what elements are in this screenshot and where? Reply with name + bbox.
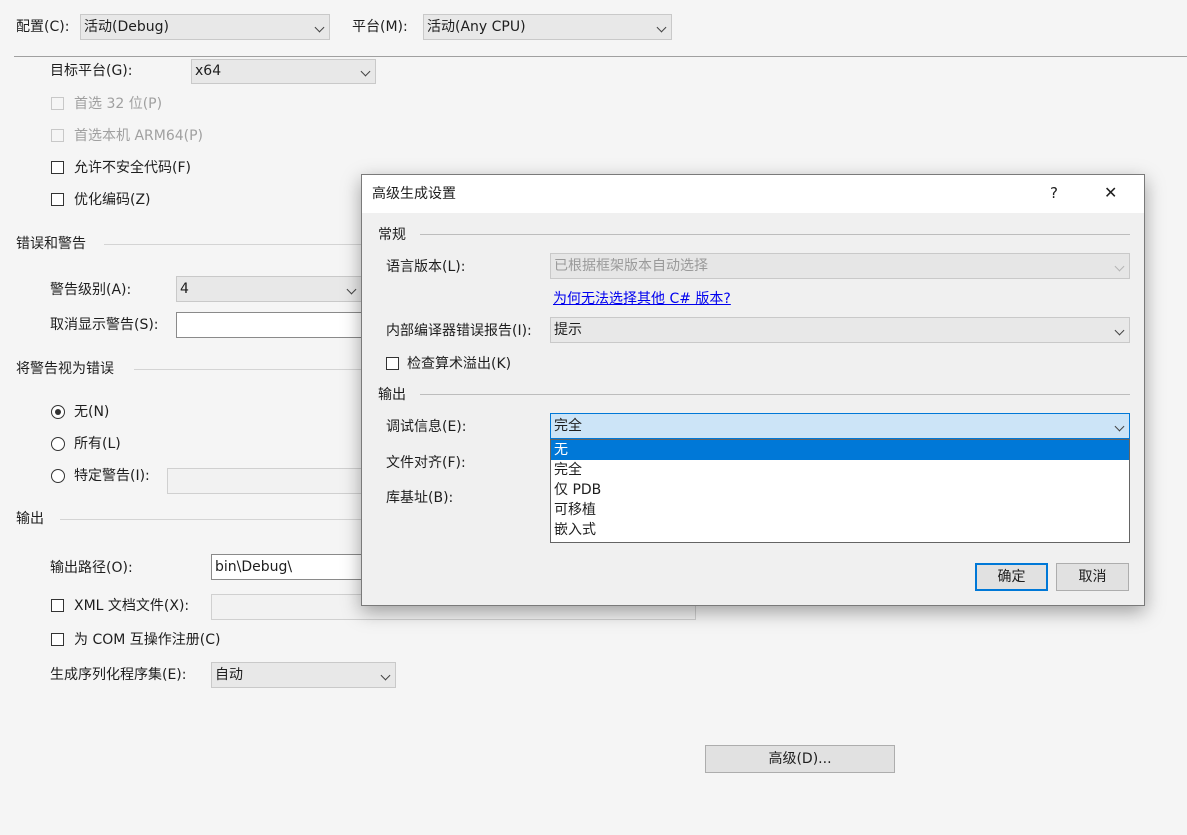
config-select[interactable]: 活动(Debug) <box>80 14 330 40</box>
prefer32-checkbox[interactable] <box>51 97 64 110</box>
errors-divider <box>104 244 364 245</box>
chevron-down-icon <box>1114 421 1125 432</box>
output-section-title-dialog: 输出 <box>378 387 406 403</box>
specific-warnings-input[interactable] <box>167 468 367 494</box>
base-address-label: 库基址(B): <box>386 490 454 506</box>
debug-info-label: 调试信息(E): <box>386 419 467 435</box>
serialization-value: 自动 <box>215 667 243 683</box>
chevron-down-icon <box>346 284 357 295</box>
unsafe-label: 允许不安全代码(F) <box>74 160 191 176</box>
top-divider <box>14 56 1187 57</box>
suppress-label: 取消显示警告(S): <box>50 317 159 333</box>
debug-info-dropdown-list: 无 完全 仅 PDB 可移植 嵌入式 <box>550 439 1130 543</box>
why-version-link[interactable]: 为何无法选择其他 C# 版本? <box>553 290 731 308</box>
overflow-checkbox[interactable] <box>386 357 399 370</box>
treat-all-radio[interactable] <box>51 437 65 451</box>
platform-value: 活动(Any CPU) <box>427 19 526 35</box>
advanced-button[interactable]: 高级(D)... <box>705 745 895 773</box>
chevron-down-icon <box>656 22 667 33</box>
serialization-label: 生成序列化程序集(E): <box>50 667 187 683</box>
dropdown-option-none[interactable]: 无 <box>551 440 1129 460</box>
platform-select[interactable]: 活动(Any CPU) <box>423 14 672 40</box>
prefer-arm64-label: 首选本机 ARM64(P) <box>74 128 204 144</box>
target-platform-label: 目标平台(G): <box>50 63 133 79</box>
warning-level-value: 4 <box>180 281 189 297</box>
target-platform-select[interactable]: x64 <box>191 59 376 84</box>
chevron-down-icon <box>360 66 371 77</box>
com-register-label: 为 COM 互操作注册(C) <box>74 632 221 648</box>
ice-report-label: 内部编译器错误报告(I): <box>386 323 532 339</box>
suppress-input[interactable] <box>176 312 366 338</box>
general-divider <box>420 234 1130 235</box>
output-path-label: 输出路径(O): <box>50 560 133 576</box>
platform-label: 平台(M): <box>352 19 408 35</box>
output-divider-dialog <box>420 394 1130 395</box>
chevron-down-icon <box>1114 261 1125 272</box>
general-section-title: 常规 <box>378 227 406 243</box>
dropdown-option-full[interactable]: 完全 <box>551 460 1129 480</box>
chevron-down-icon <box>1114 325 1125 336</box>
dropdown-option-embedded[interactable]: 嵌入式 <box>551 520 1129 540</box>
target-platform-value: x64 <box>195 63 222 79</box>
prefer32-label: 首选 32 位(P) <box>74 96 163 112</box>
ice-report-value: 提示 <box>554 322 582 338</box>
advanced-build-dialog: 高级生成设置 ? ✕ 常规 语言版本(L): 已根据框架版本自动选择 为何无法选… <box>361 174 1145 606</box>
dropdown-option-portable[interactable]: 可移植 <box>551 500 1129 520</box>
optimize-label: 优化编码(Z) <box>74 192 151 208</box>
chevron-down-icon <box>380 670 391 681</box>
output-path-input[interactable]: bin\Debug\ <box>211 554 366 580</box>
xml-doc-label: XML 文档文件(X): <box>74 598 190 614</box>
warning-level-label: 警告级别(A): <box>50 282 132 298</box>
config-label: 配置(C): <box>16 19 70 35</box>
serialization-select[interactable]: 自动 <box>211 662 396 688</box>
lang-version-label: 语言版本(L): <box>386 259 466 275</box>
com-register-checkbox[interactable] <box>51 633 64 646</box>
treat-warnings-divider <box>134 369 364 370</box>
errors-section-title: 错误和警告 <box>16 236 86 252</box>
dialog-titlebar: 高级生成设置 ? ✕ <box>362 175 1144 213</box>
ok-button[interactable]: 确定 <box>975 563 1048 591</box>
debug-info-value: 完全 <box>554 418 582 434</box>
close-icon[interactable]: ✕ <box>1104 184 1117 202</box>
xml-doc-checkbox[interactable] <box>51 599 64 612</box>
debug-info-select[interactable]: 完全 <box>550 413 1130 439</box>
output-divider <box>60 519 364 520</box>
lang-version-value: 已根据框架版本自动选择 <box>554 258 708 274</box>
prefer-arm64-checkbox[interactable] <box>51 129 64 142</box>
lang-version-select[interactable]: 已根据框架版本自动选择 <box>550 253 1130 279</box>
treat-none-radio[interactable] <box>51 405 65 419</box>
cancel-button[interactable]: 取消 <box>1056 563 1129 591</box>
unsafe-checkbox[interactable] <box>51 161 64 174</box>
treat-specific-label: 特定警告(I): <box>74 468 150 484</box>
treat-specific-radio[interactable] <box>51 469 65 483</box>
dropdown-option-pdb-only[interactable]: 仅 PDB <box>551 480 1129 500</box>
dialog-title: 高级生成设置 <box>372 186 456 202</box>
treat-all-label: 所有(L) <box>74 436 121 452</box>
chevron-down-icon <box>314 22 325 33</box>
overflow-label: 检查算术溢出(K) <box>407 356 512 372</box>
optimize-checkbox[interactable] <box>51 193 64 206</box>
help-icon[interactable]: ? <box>1050 184 1058 202</box>
treat-warnings-section-title: 将警告视为错误 <box>16 361 114 377</box>
file-align-label: 文件对齐(F): <box>386 455 466 471</box>
output-section-title: 输出 <box>16 511 44 527</box>
ice-report-select[interactable]: 提示 <box>550 317 1130 343</box>
treat-none-label: 无(N) <box>74 404 110 420</box>
config-value: 活动(Debug) <box>84 19 169 35</box>
warning-level-select[interactable]: 4 <box>176 276 362 302</box>
